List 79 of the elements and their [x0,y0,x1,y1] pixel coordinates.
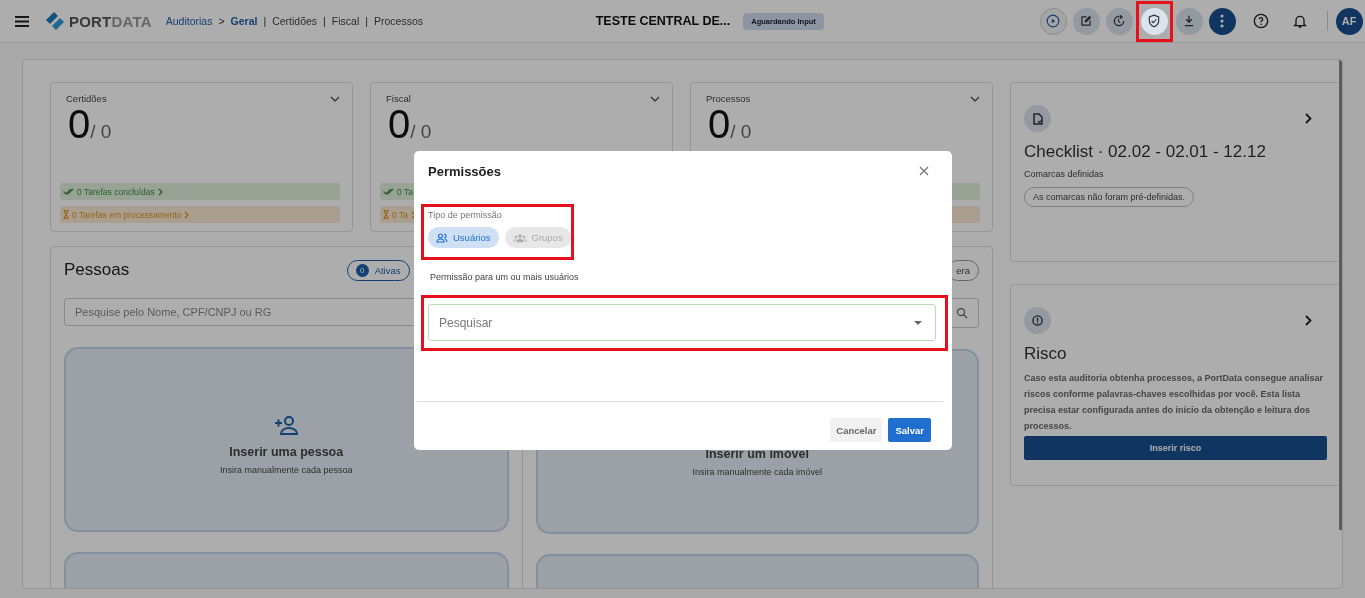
breadcrumb-separator: | [365,15,368,27]
breadcrumb-link[interactable]: Certidões [272,15,318,27]
breadcrumb-link[interactable]: Processos [374,15,423,27]
task-label: 0 Tarefas concluídas [77,186,155,197]
hourglass-icon [383,210,389,219]
field-label: Comarcas definidas [1024,169,1104,179]
toolbar-button[interactable] [1105,7,1133,35]
search-icon[interactable] [956,307,968,319]
logo-icon [45,12,65,30]
toolbar-button[interactable] [1039,7,1067,35]
bell-icon [1292,13,1309,29]
chevron-right-icon [184,210,190,219]
add-person-icon [274,414,299,435]
chevron-right-icon[interactable] [1305,315,1312,326]
double-check-icon [63,188,74,195]
users-icon [436,231,448,244]
double-check-icon [383,188,394,195]
count-badge: 0 [355,263,369,277]
breadcrumb-link[interactable]: Fiscal [331,15,360,27]
toolbar-button[interactable] [1208,7,1236,35]
stat-total: / 0 [730,121,752,143]
task-row[interactable]: 0 Tarefas concluídas [60,183,340,200]
close-icon[interactable] [919,166,929,176]
toolbar-button[interactable] [1140,7,1168,35]
brand-name: PORTDATA [69,12,152,30]
chevron-down-icon[interactable] [650,95,660,102]
field-label: Tipo de permissão [428,210,503,220]
breadcrumb-separator: > [218,15,225,27]
history-icon [1112,14,1127,28]
stat-title: Processos [706,93,751,104]
dropdown-caret-icon [914,321,922,325]
breadcrumb-link[interactable]: Geral [230,15,258,27]
breadcrumb-link[interactable]: Auditorias [165,15,213,27]
stat-title: Fiscal [386,93,411,104]
toolbar-button[interactable] [1175,7,1203,35]
insert-risk-button[interactable]: Inserir risco [1024,436,1327,460]
chevron-right-icon [157,187,163,196]
breadcrumb-separator: | [323,15,326,27]
card-title: Checklist · 02.02 - 02.01 - 12.12 [1024,142,1266,162]
cancel-button[interactable]: Cancelar [830,418,883,442]
audit-title: TESTE CENTRAL DE... [595,14,731,28]
play-icon [1046,14,1061,28]
stat-value: 0 [68,102,91,146]
task-label: 0 Tarefas em processamento [72,209,182,220]
hourglass-icon [63,210,69,219]
stat-value: 0 [708,102,731,146]
document-icon [1024,105,1051,132]
shield-icon [1147,14,1162,28]
chevron-down-icon[interactable] [330,95,340,102]
breadcrumb-separator: | [263,15,267,27]
task-label: 0 Ta [397,186,413,197]
field-label: Permissão para um ou mais usuários [430,272,580,282]
action-subtitle: Insira manualmente cada pessoa [219,464,353,475]
stat-total: / 0 [410,121,432,143]
section-title: Pessoas [64,260,130,280]
action-subtitle: Insira manualmente cada imóvel [692,466,823,477]
edit-icon [1079,14,1094,28]
card-title: Risco [1024,344,1067,364]
permission-type-chip[interactable]: Usuários [428,227,499,248]
task-label: 0 Ta [392,209,408,220]
user-search-field[interactable]: Pesquisar [428,304,936,341]
risk-description: Caso esta auditoria obtenha processos, a PortData consegue analisar riscos conforme palavras-chaves escolhidas por você. Esta lista precisa estar configurada antes do início da obtenção e leitura dos processos. [1024,372,1325,433]
filter-chip[interactable]: 0 Ativas [346,259,410,281]
save-button[interactable]: Salvar [888,418,931,442]
menu-icon[interactable] [15,15,29,27]
action-title: Inserir uma pessoa [229,444,344,459]
stat-total: / 0 [90,121,112,143]
toolbar-button[interactable] [1072,7,1100,35]
action-title: Inserir um imóvel [705,446,809,461]
more-icon [1220,14,1225,28]
help-icon [1253,13,1270,29]
chevron-down-icon[interactable] [970,95,980,102]
groups-icon [512,231,527,244]
stat-title: Certidões [66,93,107,104]
avatar[interactable]: AF [1335,7,1363,35]
stat-value: 0 [388,102,411,146]
dialog-title: Permissões [428,163,501,179]
alert-icon [1024,307,1051,334]
chevron-right-icon[interactable] [1305,113,1312,124]
